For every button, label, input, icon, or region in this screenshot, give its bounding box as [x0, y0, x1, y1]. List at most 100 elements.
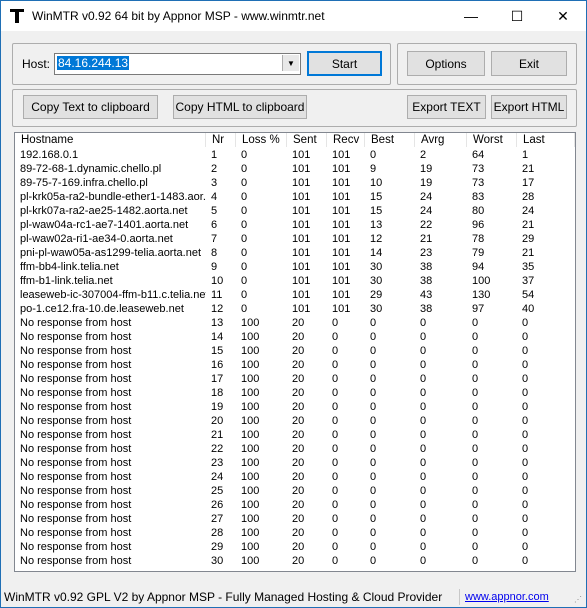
table-row[interactable]: No response from host 25 100 20 0 0 0 0 0	[15, 484, 575, 498]
table-cell: 0	[472, 373, 479, 385]
close-button[interactable]: ✕	[540, 1, 586, 31]
table-row[interactable]: No response from host 29 100 20 0 0 0 0 0	[15, 540, 575, 554]
table-cell: 38	[420, 275, 433, 287]
table-row[interactable]: pl-krk07a-ra2-ae25-1482.aorta.net 5 0 101 10…	[15, 204, 575, 218]
table-cell: No response from host	[20, 387, 132, 399]
results-table[interactable]: Hostname Nr Loss % Sent Recv Best Avrg Worst Las…	[14, 132, 576, 572]
table-row[interactable]: No response from host 20 100 20 0 0 0 0 0	[15, 414, 575, 428]
table-row[interactable]: No response from host 26 100 20 0 0 0 0 0	[15, 498, 575, 512]
maximize-button[interactable]: ☐	[494, 1, 540, 31]
table-row[interactable]: No response from host 16 100 20 0 0 0 0 0	[15, 358, 575, 372]
table-row[interactable]: pl-waw02a-ri1-ae34-0.aorta.net 7 0 101 101 12…	[15, 232, 575, 246]
table-cell: 9	[370, 163, 377, 175]
minimize-button[interactable]: —	[448, 1, 494, 31]
table-row[interactable]: No response from host 30 100 20 0 0 0 0 0	[15, 554, 575, 568]
table-cell: 20	[292, 401, 305, 413]
column-header[interactable]: Recv	[327, 133, 365, 147]
table-row[interactable]: No response from host 23 100 20 0 0 0 0 0	[15, 456, 575, 470]
export-html-button[interactable]: Export HTML	[491, 95, 567, 119]
table-row[interactable]: 192.168.0.1 1 0 101 101 0 2 64 1	[15, 148, 575, 162]
exit-button[interactable]: Exit	[491, 51, 567, 76]
table-cell: 0	[241, 177, 248, 189]
table-cell: 100	[241, 527, 260, 539]
table-row[interactable]: No response from host 17 100 20 0 0 0 0 0	[15, 372, 575, 386]
table-cell: No response from host	[20, 485, 132, 497]
table-row[interactable]: No response from host 27 100 20 0 0 0 0 0	[15, 512, 575, 526]
table-cell: 0	[370, 555, 377, 567]
table-cell: 0	[472, 401, 479, 413]
table-cell: 20	[292, 471, 305, 483]
table-row[interactable]: No response from host 13 100 20 0 0 0 0 0	[15, 316, 575, 330]
table-row[interactable]: No response from host 24 100 20 0 0 0 0 0	[15, 470, 575, 484]
table-cell: 0	[332, 471, 339, 483]
table-row[interactable]: ffm-bb4-link.telia.net 9 0 101 101 30 38 94 35	[15, 260, 575, 274]
table-cell: 1	[522, 149, 529, 161]
host-selected-text: 84.16.244.13	[57, 56, 130, 70]
table-cell: 0	[420, 401, 427, 413]
appnor-link[interactable]: www.appnor.com	[465, 591, 549, 603]
title-bar[interactable]: WinMTR v0.92 64 bit by Appnor MSP - www.…	[1, 1, 586, 31]
table-row[interactable]: leaseweb-ic-307004-ffm-b11.c.telia.net 11…	[15, 288, 575, 302]
table-row[interactable]: 89-72-68-1.dynamic.chello.pl 2 0 101 101 9 19 7…	[15, 162, 575, 176]
table-cell: 20	[292, 387, 305, 399]
table-cell: 0	[332, 527, 339, 539]
column-header[interactable]: Sent	[287, 133, 327, 147]
table-cell: 0	[472, 317, 479, 329]
column-header[interactable]: Loss %	[236, 133, 287, 147]
table-cell: No response from host	[20, 541, 132, 553]
table-row[interactable]: No response from host 15 100 20 0 0 0 0 0	[15, 344, 575, 358]
host-combobox[interactable]: 84.16.244.13 ▼	[54, 53, 301, 75]
table-row[interactable]: po-1.ce12.fra-10.de.leaseweb.net 12 0 101 10…	[15, 302, 575, 316]
table-row[interactable]: ffm-b1-link.telia.net 10 0 101 101 30 38 100 37	[15, 274, 575, 288]
column-header[interactable]: Nr	[206, 133, 236, 147]
table-row[interactable]: No response from host 28 100 20 0 0 0 0 0	[15, 526, 575, 540]
column-header[interactable]: Worst	[467, 133, 517, 147]
export-text-button[interactable]: Export TEXT	[407, 95, 486, 119]
table-cell: 101	[332, 261, 351, 273]
column-header[interactable]: Hostname	[15, 133, 206, 147]
table-cell: 100	[241, 401, 260, 413]
table-cell: 0	[370, 401, 377, 413]
copy-text-button[interactable]: Copy Text to clipboard	[23, 95, 158, 119]
table-cell: 8	[211, 247, 218, 259]
table-row[interactable]: 89-75-7-169.infra.chello.pl 3 0 101 101 10 19 7…	[15, 176, 575, 190]
table-cell: 10	[211, 275, 224, 287]
options-button[interactable]: Options	[407, 51, 485, 76]
table-cell: 101	[292, 289, 311, 301]
copy-html-button[interactable]: Copy HTML to clipboard	[173, 95, 307, 119]
resize-grip-icon[interactable]: ⋰	[574, 595, 584, 605]
table-cell: 89-72-68-1.dynamic.chello.pl	[20, 163, 162, 175]
table-cell: 15	[370, 205, 383, 217]
table-cell: 20	[292, 555, 305, 567]
table-cell: 0	[522, 429, 529, 441]
start-button[interactable]: Start	[307, 51, 382, 76]
table-cell: No response from host	[20, 331, 132, 343]
table-cell: leaseweb-ic-307004-ffm-b11.c.telia.net	[20, 289, 206, 301]
table-cell: 0	[370, 429, 377, 441]
table-cell: 26	[211, 499, 224, 511]
table-cell: 64	[472, 149, 485, 161]
table-cell: 79	[472, 247, 485, 259]
table-cell: 43	[420, 289, 433, 301]
table-cell: 0	[472, 471, 479, 483]
chevron-down-icon[interactable]: ▼	[282, 55, 299, 71]
table-cell: 100	[241, 345, 260, 357]
table-cell: 0	[370, 345, 377, 357]
table-cell: 0	[472, 527, 479, 539]
table-row[interactable]: No response from host 19 100 20 0 0 0 0 0	[15, 400, 575, 414]
column-header[interactable]: Avrg	[415, 133, 467, 147]
table-row[interactable]: No response from host 18 100 20 0 0 0 0 0	[15, 386, 575, 400]
column-header[interactable]: Best	[365, 133, 415, 147]
table-row[interactable]: No response from host 21 100 20 0 0 0 0 0	[15, 428, 575, 442]
table-cell: 101	[292, 247, 311, 259]
table-row[interactable]: No response from host 14 100 20 0 0 0 0 0	[15, 330, 575, 344]
table-row[interactable]: No response from host 22 100 20 0 0 0 0 0	[15, 442, 575, 456]
table-row[interactable]: pni-pl-waw05a-as1299-telia.aorta.net 8 0 10…	[15, 246, 575, 260]
table-cell: 37	[522, 275, 535, 287]
table-cell: 78	[472, 233, 485, 245]
column-header[interactable]: Last	[517, 133, 575, 147]
table-row[interactable]: pl-krk05a-ra2-bundle-ether1-1483.aor... 4…	[15, 190, 575, 204]
table-cell: 28	[211, 527, 224, 539]
table-cell: 0	[420, 331, 427, 343]
table-row[interactable]: pl-waw04a-rc1-ae7-1401.aorta.net 6 0 101 101…	[15, 218, 575, 232]
